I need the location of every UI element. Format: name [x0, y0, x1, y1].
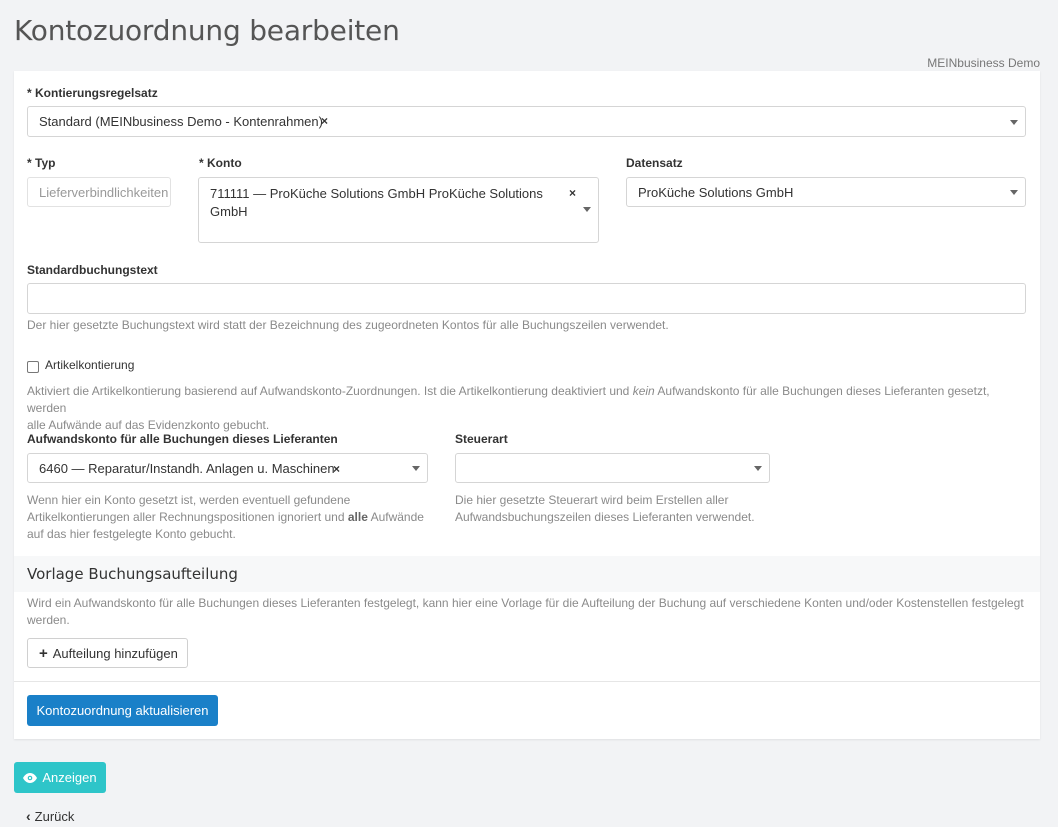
expense-help-line1: Wenn hier ein Konto gesetzt ist, werden … [27, 493, 351, 507]
expense-account-select[interactable]: 6460 — Reparatur/Instandh. Anlagen u. Ma… [27, 453, 428, 483]
show-button[interactable]: Anzeigen [14, 762, 106, 793]
account-select[interactable]: 711111 — ProKüche Solutions GmbH ProKüch… [198, 177, 599, 243]
tax-type-label: Steuerart [455, 432, 508, 446]
divider [14, 681, 1040, 682]
dataset-label: Datensatz [626, 156, 683, 170]
caret-down-icon [754, 466, 762, 471]
clear-icon[interactable]: × [321, 114, 328, 128]
split-section-title: Vorlage Buchungsaufteilung [27, 565, 238, 583]
booking-text-help: Der hier gesetzte Buchungstext wird stat… [27, 318, 669, 332]
article-assignment-checkbox[interactable] [27, 361, 39, 373]
article-help-emphasis: kein [632, 384, 655, 398]
clear-icon[interactable]: × [569, 186, 576, 200]
account-value-line2: GmbH [210, 204, 248, 219]
page-title: Kontozuordnung bearbeiten [14, 14, 400, 47]
clear-icon[interactable]: × [333, 462, 340, 476]
expense-help-line2a: Artikelkontierungen aller Rechnungsposit… [27, 510, 348, 524]
caret-down-icon [1010, 190, 1018, 195]
caret-down-icon [412, 466, 420, 471]
booking-text-input[interactable] [27, 283, 1026, 314]
update-button-label: Kontozuordnung aktualisieren [36, 703, 209, 718]
type-label: * Typ [27, 156, 56, 170]
ruleset-label: * Kontierungsregelsatz [27, 86, 158, 100]
split-help-line1: Wird ein Aufwandskonto für alle Buchunge… [27, 596, 1024, 610]
account-label: * Konto [199, 156, 242, 170]
account-value: 711111 — ProKüche Solutions GmbH ProKüch… [210, 185, 543, 221]
add-split-button[interactable]: + Aufteilung hinzufügen [27, 638, 188, 668]
tax-help-line2: Aufwandsbuchungszeilen dieses Lieferante… [455, 510, 755, 524]
plus-icon: + [39, 644, 48, 662]
article-help-part1: Aktiviert die Artikelkontierung basieren… [27, 384, 633, 398]
tenant-name: MEINbusiness Demo [927, 56, 1040, 70]
tax-help-line1: Die hier gesetzte Steuerart wird beim Er… [455, 493, 729, 507]
article-assignment-label[interactable]: Artikelkontierung [45, 358, 134, 372]
article-help-line2: alle Aufwände auf das Evidenzkonto gebuc… [27, 418, 270, 432]
type-input[interactable]: Lieferverbindlichkeiten [27, 177, 171, 207]
booking-text-label: Standardbuchungstext [27, 263, 158, 277]
tax-type-select[interactable] [455, 453, 770, 483]
eye-icon [23, 772, 38, 783]
expense-help-bold: alle [347, 510, 368, 524]
expense-help-line3: auf das hier festgelegte Konto gebucht. [27, 527, 236, 541]
ruleset-value: Standard (MEINbusiness Demo - Kontenrahm… [39, 114, 323, 129]
caret-down-icon [1010, 120, 1018, 125]
tax-type-help: Die hier gesetzte Steuerart wird beim Er… [455, 492, 775, 526]
back-link-label: Zurück [34, 808, 75, 824]
expense-account-label: Aufwandskonto für alle Buchungen dieses … [27, 432, 338, 446]
dataset-select[interactable]: ProKüche Solutions GmbH [626, 177, 1026, 207]
chevron-left-icon: ‹ [26, 808, 31, 824]
type-placeholder: Lieferverbindlichkeiten [39, 185, 169, 200]
article-assignment-help: Aktiviert die Artikelkontierung basieren… [27, 383, 1027, 434]
account-value-line1: 711111 — ProKüche Solutions GmbH ProKüch… [210, 186, 543, 201]
split-section-help: Wird ein Aufwandskonto für alle Buchunge… [27, 595, 1027, 629]
dataset-value: ProKüche Solutions GmbH [638, 185, 794, 200]
back-link[interactable]: ‹ Zurück [26, 808, 74, 824]
split-help-line2: werden. [27, 613, 70, 627]
expense-help-line2c: Aufwände [367, 510, 424, 524]
expense-account-help: Wenn hier ein Konto gesetzt ist, werden … [27, 492, 427, 543]
split-section-header: Vorlage Buchungsaufteilung [14, 556, 1040, 592]
update-button[interactable]: Kontozuordnung aktualisieren [27, 695, 218, 726]
add-split-label: Aufteilung hinzufügen [52, 645, 178, 661]
expense-account-value: 6460 — Reparatur/Instandh. Anlagen u. Ma… [39, 461, 335, 476]
show-button-label: Anzeigen [42, 770, 97, 785]
caret-down-icon [583, 207, 591, 212]
ruleset-select[interactable]: Standard (MEINbusiness Demo - Kontenrahm… [27, 106, 1026, 137]
